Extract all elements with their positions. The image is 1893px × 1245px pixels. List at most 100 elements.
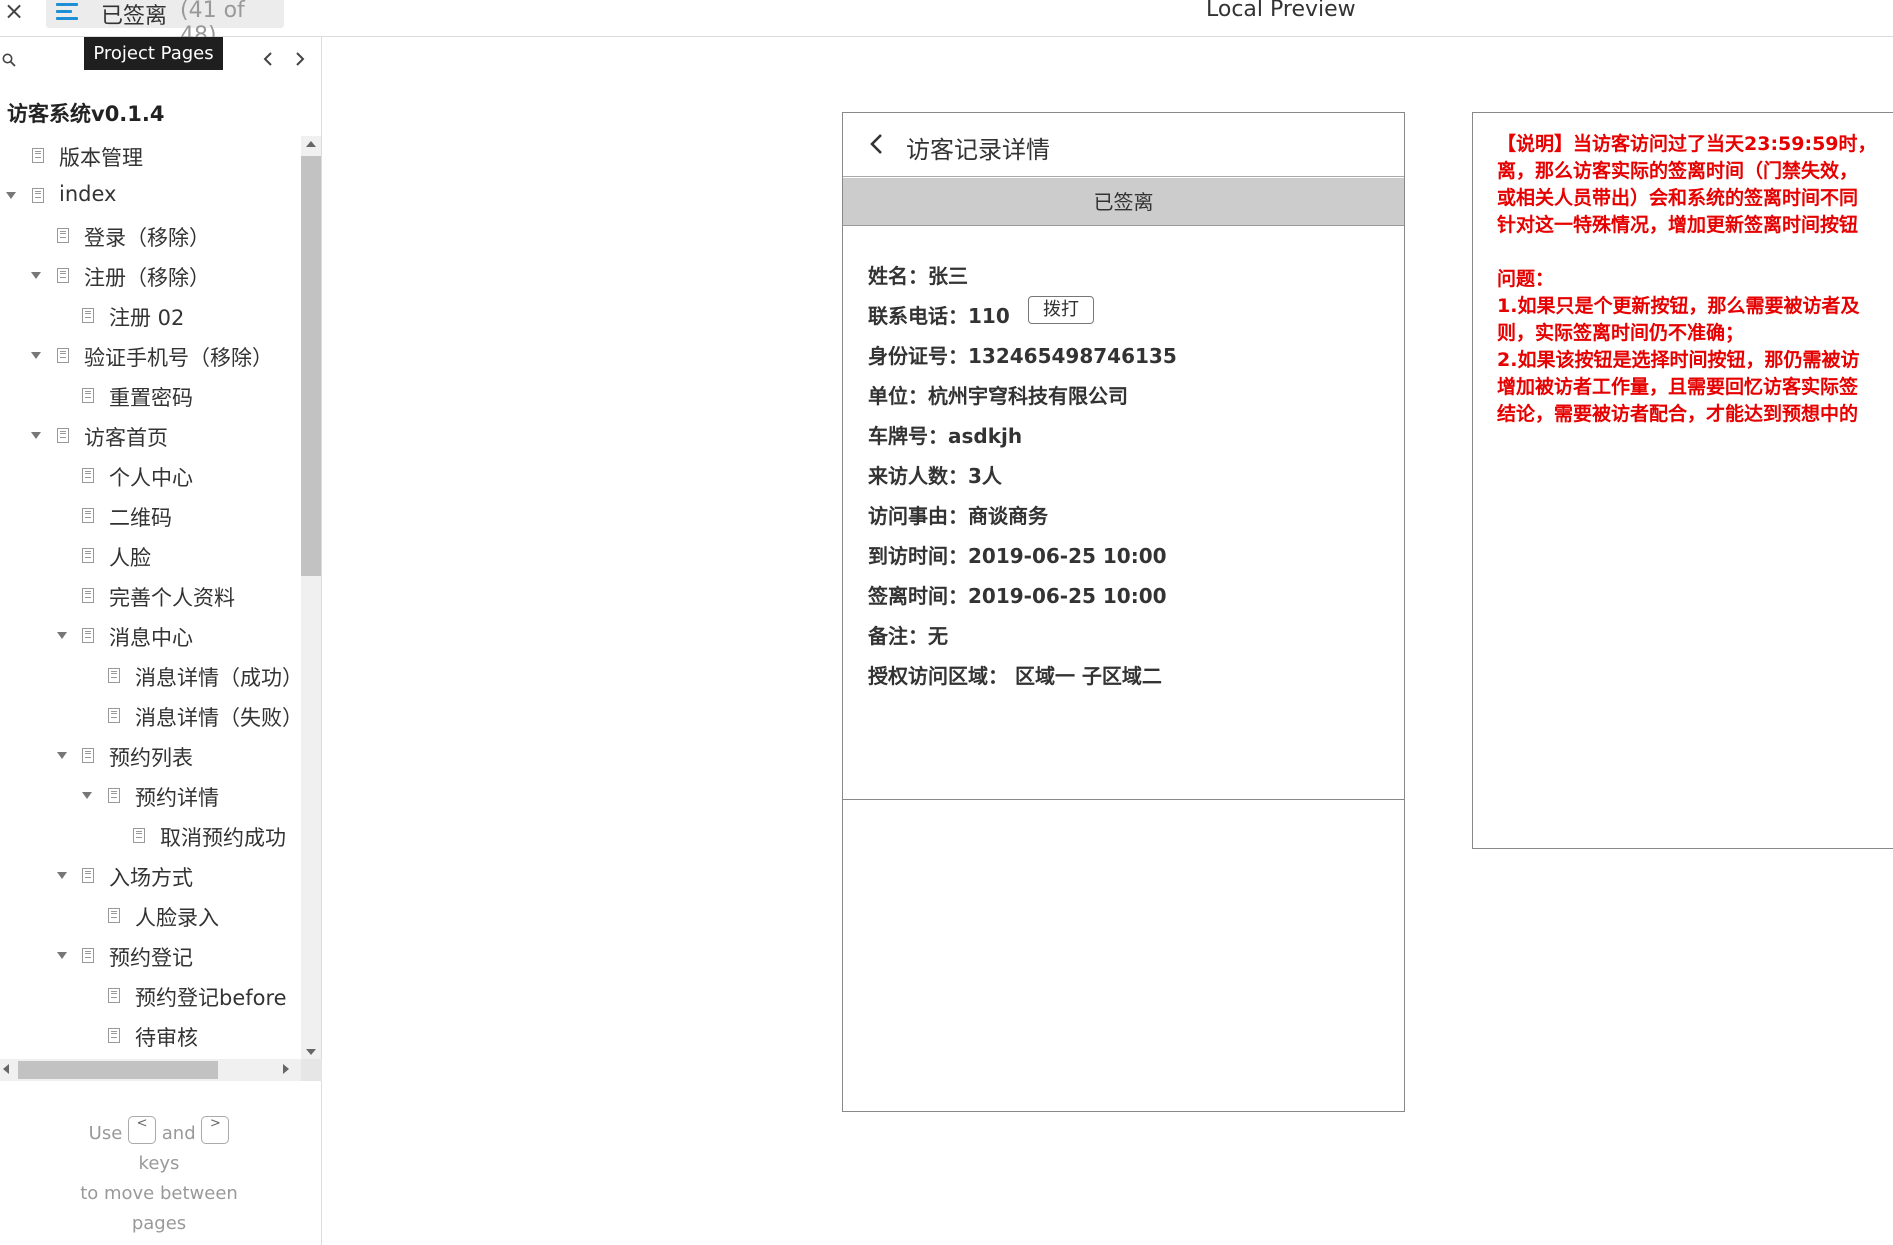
page-icon [57,348,69,363]
phone-mockup: 访客记录详情 已签离 姓名：张三 联系电话：110 拨打 身份证号：132465… [842,112,1405,1112]
page-icon [82,308,94,323]
detail-id-number: 身份证号：132465498746135 [868,344,1177,368]
scroll-left-icon[interactable] [3,1064,9,1074]
page-icon [108,708,120,723]
page-icon [57,268,69,283]
scroll-down-icon[interactable] [306,1049,316,1055]
scrollbar-thumb[interactable] [18,1061,218,1079]
page-icon [82,508,94,523]
sidebar: Project Pages 访客系统v0.1.4 版本管理 index 登录（移… [0,37,322,1245]
page-icon [82,468,94,483]
page-icon [82,748,94,763]
page-icon [32,148,44,163]
caret-down-icon[interactable] [31,432,41,439]
detail-arrival-time: 到访时间：2019-06-25 10:00 [868,544,1167,568]
tree-item[interactable]: 消息详情（失败） [0,697,300,737]
tree-item[interactable]: 重置密码 [0,377,300,417]
annotation-note: 【说明】当访客访问过了当天23:59:59时， 离，那么访客实际的签离时间（门禁… [1472,112,1893,849]
page-icon [82,628,94,643]
caret-down-icon[interactable] [31,352,41,359]
caret-down-icon[interactable] [57,872,67,879]
note-text: 【说明】当访客访问过了当天23:59:59时， 离，那么访客实际的签离时间（门禁… [1497,133,1877,425]
page-icon [82,868,94,883]
detail-reason: 访问事由：商谈商务 [868,504,1048,528]
detail-phone: 联系电话：110 [868,304,1010,328]
caret-down-icon[interactable] [82,792,92,799]
project-name: 访客系统v0.1.4 [7,102,165,126]
status-banner: 已签离 [843,178,1404,226]
tree-item[interactable]: 版本管理 [0,137,300,177]
caret-down-icon[interactable] [57,952,67,959]
tree-item[interactable]: 二维码 [0,497,300,537]
page-icon [108,788,120,803]
page-icon [82,948,94,963]
tree-item[interactable]: 预约登记 [0,937,300,977]
scroll-right-icon[interactable] [283,1064,289,1074]
detail-plate: 车牌号：asdkjh [868,424,1023,448]
search-icon[interactable] [2,53,16,67]
phone-header: 访客记录详情 [843,113,1404,177]
tree-item[interactable]: 注册（移除） [0,257,300,297]
scrollbar-thumb[interactable] [301,156,321,576]
page-icon [82,388,94,403]
page-icon [108,1028,120,1043]
project-pages-tooltip: Project Pages [84,37,223,70]
page-icon [32,188,44,203]
scroll-up-icon[interactable] [306,141,316,147]
page-icon [108,668,120,683]
detail-visitor-count: 来访人数：3人 [868,464,1002,488]
project-pages-button[interactable]: 已签离 (41 of 48) [46,0,284,48]
page-tree: 版本管理 index 登录（移除） 注册（移除） 注册 02 验证手机号（移除）… [0,136,300,1060]
menu-icon [56,1,82,21]
tree-item[interactable]: 完善个人资料 [0,577,300,617]
tree-item[interactable]: 注册 02 [0,297,300,337]
dial-button[interactable]: 拨打 [1028,296,1094,324]
page-icon [133,828,145,843]
caret-down-icon[interactable] [57,632,67,639]
tree-item[interactable]: 预约详情 [0,777,300,817]
caret-down-icon[interactable] [31,272,41,279]
prev-key-icon: < [128,1116,157,1144]
current-page-name: 已签离 [101,4,168,29]
preview-title: Local Preview [1206,0,1356,22]
scrollbar-corner [301,1059,322,1081]
tree-item[interactable]: 消息中心 [0,617,300,657]
horizontal-scrollbar[interactable] [0,1059,322,1081]
tree-item[interactable]: 登录（移除） [0,217,300,257]
detail-name: 姓名：张三 [868,264,968,288]
tree-item[interactable]: 人脸 [0,537,300,577]
detail-company: 单位：杭州宇穹科技有限公司 [868,384,1128,408]
tree-item[interactable]: 入场方式 [0,857,300,897]
page-icon [57,428,69,443]
page-icon [108,908,120,923]
tree-item[interactable]: 验证手机号（移除） [0,337,300,377]
tree-item[interactable]: 访客首页 [0,417,300,457]
page-icon [82,548,94,563]
page-icon [108,988,120,1003]
tree-item[interactable]: 预约登记before [0,977,300,1017]
detail-remark: 备注：无 [868,624,948,648]
vertical-scrollbar[interactable] [301,136,321,1060]
next-key-icon: > [201,1116,230,1144]
tree-item[interactable]: index [0,177,300,217]
caret-down-icon[interactable] [6,192,16,199]
caret-down-icon[interactable] [57,752,67,759]
tree-item[interactable]: 个人中心 [0,457,300,497]
tree-item[interactable]: 预约列表 [0,737,300,777]
chevron-left-icon[interactable] [258,46,278,72]
tree-item[interactable]: 人脸录入 [0,897,300,937]
detail-signout-time: 签离时间：2019-06-25 10:00 [868,584,1167,608]
section-divider [843,799,1404,800]
back-arrow-icon[interactable] [867,132,887,156]
detail-authorized-area: 授权访问区域： 区域一 子区域二 [868,664,1162,688]
page-title: 访客记录详情 [906,136,1050,164]
keyboard-help: Use < and > keys to move between pages [80,1116,238,1234]
top-bar: × 已签离 (41 of 48) Local Preview [0,0,1893,48]
close-icon[interactable]: × [4,0,24,25]
page-icon [57,228,69,243]
page-icon [82,588,94,603]
chevron-right-icon[interactable] [290,46,310,72]
tree-item[interactable]: 消息详情（成功） [0,657,300,697]
tree-item[interactable]: 待审核 [0,1017,300,1057]
tree-item[interactable]: 取消预约成功 [0,817,300,857]
